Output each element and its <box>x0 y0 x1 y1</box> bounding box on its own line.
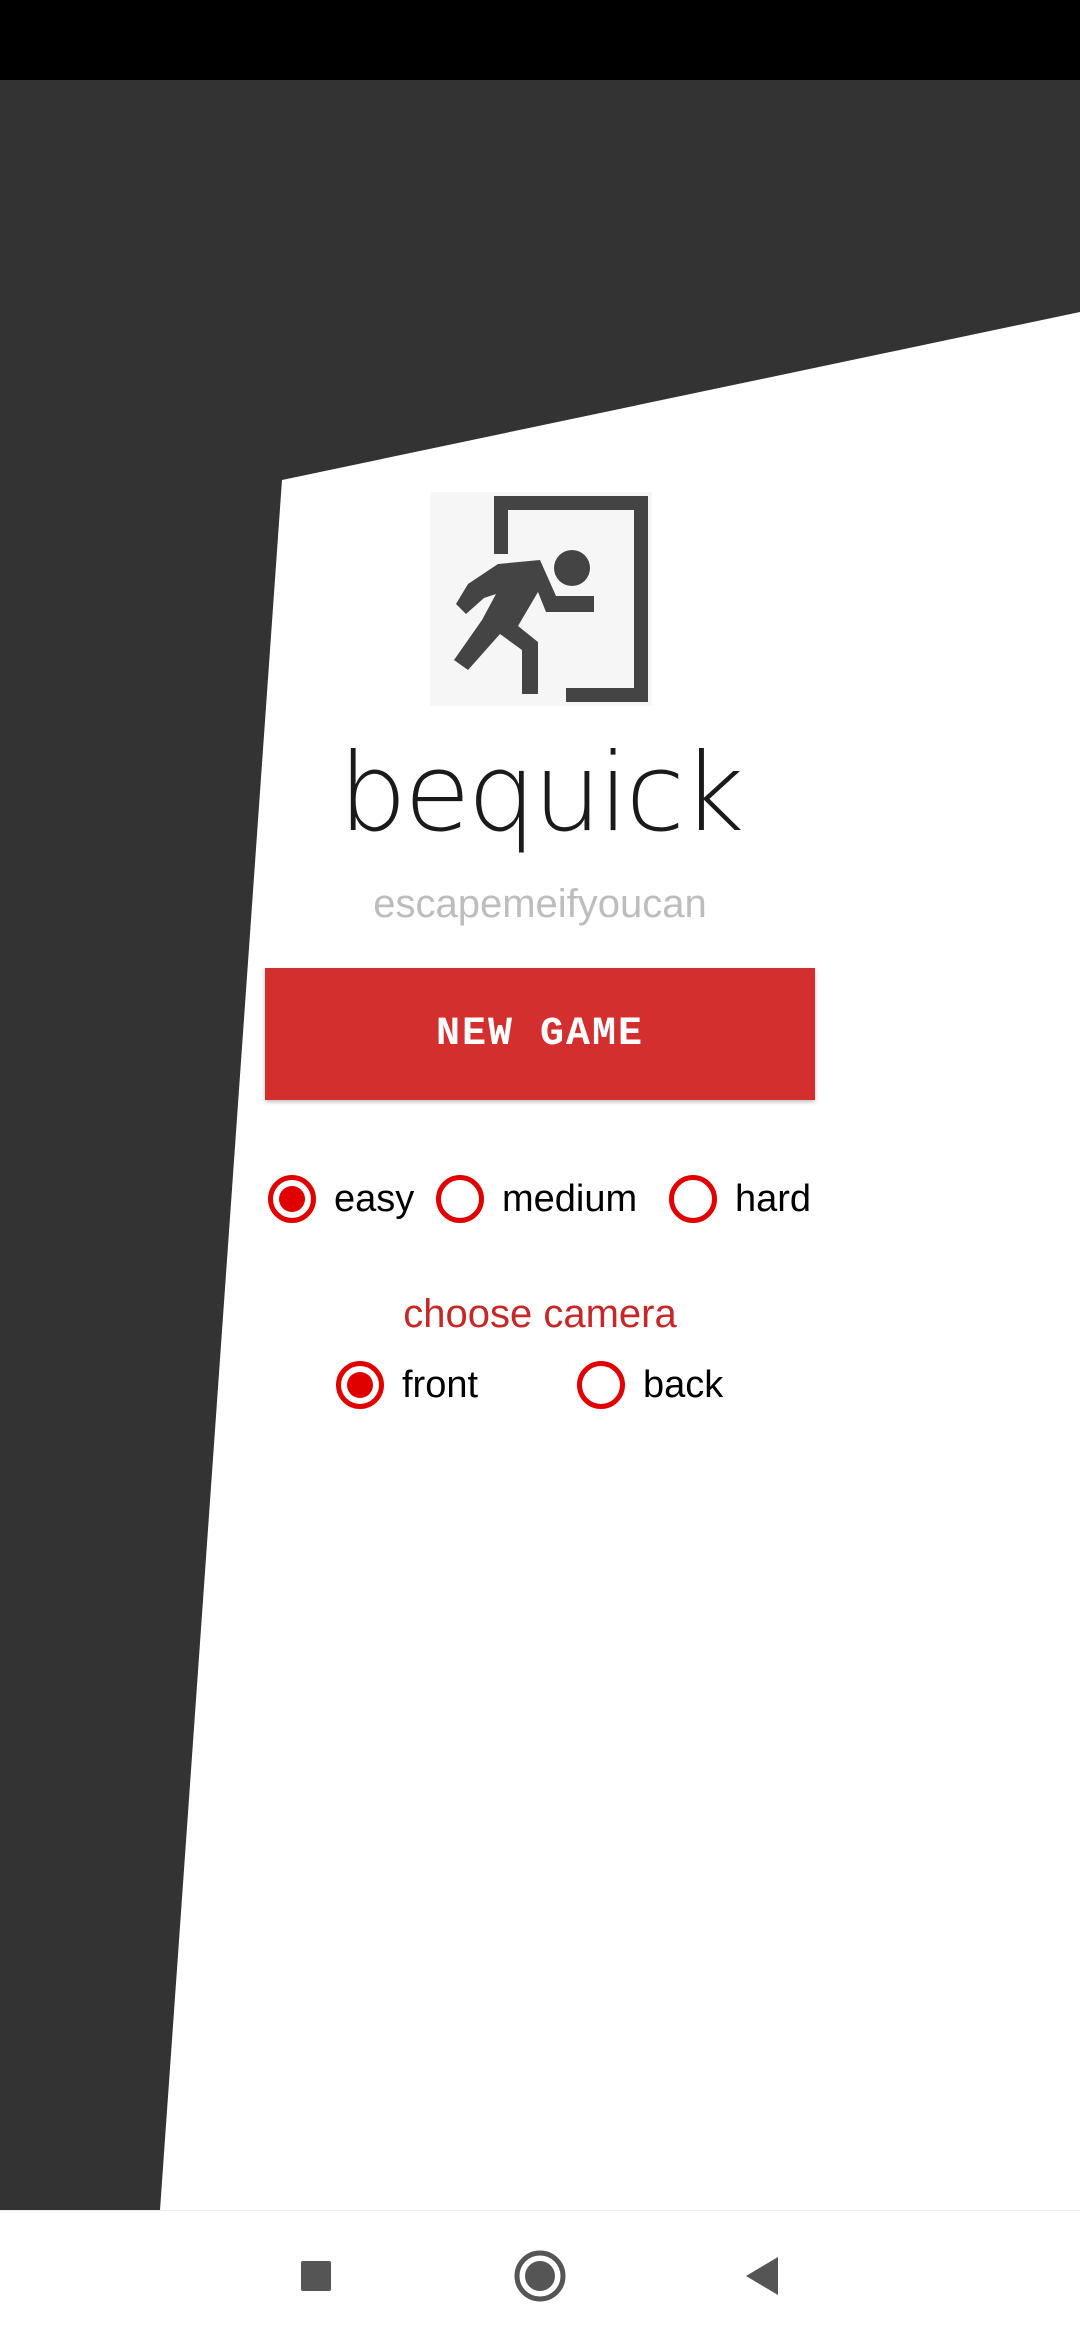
radio-unchecked-icon <box>669 1175 717 1223</box>
difficulty-medium-radio[interactable]: medium <box>436 1175 637 1223</box>
radio-checked-icon <box>336 1361 384 1409</box>
app-screen: bequick escapemeifyoucan NEW GAME easy m… <box>0 0 1080 2340</box>
recents-button[interactable] <box>256 2211 376 2340</box>
exit-logo-icon <box>430 492 652 706</box>
camera-front-radio[interactable]: front <box>336 1361 478 1409</box>
app-title: bequick <box>338 731 745 856</box>
new-game-button[interactable]: NEW GAME <box>265 968 815 1100</box>
camera-front-label: front <box>402 1363 479 1406</box>
difficulty-medium-label: medium <box>502 1177 638 1220</box>
triangle-back-icon <box>746 2257 778 2295</box>
camera-back-radio[interactable]: back <box>577 1361 723 1409</box>
app-subtitle: escapemeifyoucan <box>373 882 707 926</box>
difficulty-hard-radio[interactable]: hard <box>669 1175 811 1223</box>
square-recents-icon <box>301 2261 331 2291</box>
radio-unchecked-icon <box>577 1361 625 1409</box>
difficulty-easy-label: easy <box>334 1177 415 1220</box>
difficulty-hard-label: hard <box>735 1177 812 1220</box>
radio-unchecked-icon <box>436 1175 484 1223</box>
navigation-bar <box>0 2210 1080 2340</box>
home-button[interactable] <box>480 2211 600 2340</box>
circle-home-icon <box>514 2250 566 2302</box>
back-button[interactable] <box>702 2211 822 2340</box>
camera-heading: choose camera <box>403 1292 677 1336</box>
background-shapes <box>160 312 1080 2210</box>
camera-back-label: back <box>643 1363 724 1406</box>
radio-checked-icon <box>268 1175 316 1223</box>
difficulty-easy-radio[interactable]: easy <box>268 1175 414 1223</box>
